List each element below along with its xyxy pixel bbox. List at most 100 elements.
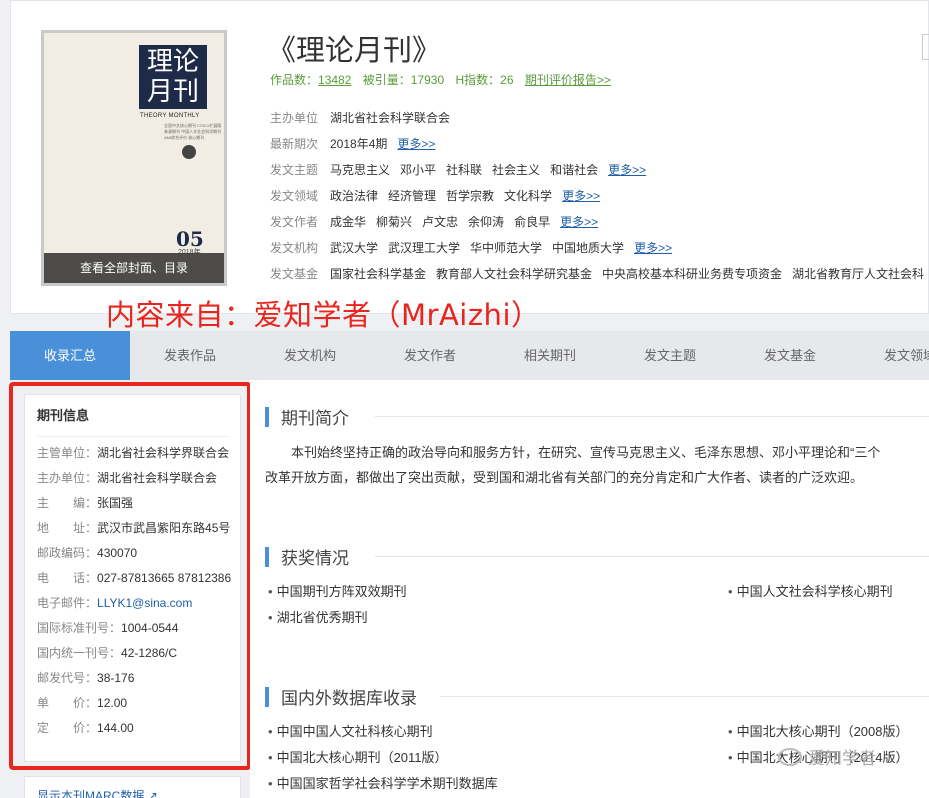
journal-info-row: 单 价： 12.00 — [37, 695, 240, 711]
database-item: 中国中国人文社科核心期刊 — [268, 721, 433, 740]
journal-stats: 作品数：13482 被引量：17930 H指数：26 期刊评价报告>> — [270, 71, 619, 88]
tab-6[interactable]: 发文基金 — [730, 331, 850, 380]
meta-value[interactable]: 卢文忠 — [422, 215, 458, 229]
more-link[interactable]: 更多>> — [562, 189, 600, 203]
meta-value[interactable]: 华中师范大学 — [470, 241, 542, 255]
more-link[interactable]: 更多>> — [560, 215, 598, 229]
journal-info-row: 邮政编码： 430070 — [37, 545, 240, 561]
journal-info-panel: 期刊信息 主管单位： 湖北省社会科学界联合会 主办单位： 湖北省社会科学联合会主 编：… — [24, 394, 241, 762]
marc-data-link[interactable]: 显示本刊MARC数据 ↗ — [24, 776, 241, 798]
meta-value[interactable]: 政治法律 — [330, 189, 378, 203]
intro-section-heading: 期刊简介 — [265, 404, 349, 429]
meta-value[interactable]: 余仰涛 — [468, 215, 504, 229]
more-link[interactable]: 更多>> — [634, 241, 672, 255]
info-label: 邮发代号： — [37, 671, 98, 685]
meta-value[interactable]: 文化科学 — [504, 189, 552, 203]
info-label: 定 价： — [37, 721, 98, 735]
evaluation-report-link[interactable]: 期刊评价报告>> — [525, 73, 611, 87]
main-content: 期刊简介 本刊始终坚持正确的政治导向和服务方针，在研究、宣传马克思主义、毛泽东思… — [250, 380, 929, 798]
meta-row: 发文机构 武汉大学 武汉理工大学 华中师范大学 中国地质大学 更多>> — [270, 238, 929, 264]
meta-value[interactable]: 武汉大学 — [330, 241, 378, 255]
info-label: 主管单位： — [37, 446, 98, 460]
works-count-link[interactable]: 13482 — [318, 73, 351, 87]
heading-accent — [265, 546, 269, 567]
hindex-stat: H指数：26 — [455, 73, 513, 87]
tab-7[interactable]: 发文领域 — [850, 331, 929, 380]
citations-stat: 被引量：17930 — [363, 73, 444, 87]
journal-info-row: 电 话： 027-87813665 87812386 — [37, 570, 240, 586]
header-side-button[interactable] — [922, 34, 929, 60]
tab-3[interactable]: 发文作者 — [370, 331, 490, 380]
journal-info-row: 主 编： 张国强 — [37, 495, 240, 511]
info-label: 国际标准刊号： — [37, 621, 122, 635]
tab-5[interactable]: 发文主题 — [610, 331, 730, 380]
tab-1[interactable]: 发表作品 — [130, 331, 250, 380]
more-link[interactable]: 更多>> — [397, 137, 435, 151]
database-item: 中国国家哲学社会科学学术期刊数据库 — [268, 773, 498, 792]
meta-value[interactable]: 社会主义 — [492, 163, 540, 177]
more-link[interactable]: 更多>> — [608, 163, 646, 177]
info-label: 主办单位： — [37, 471, 98, 485]
info-label: 地 址： — [37, 521, 98, 535]
hindex-value: 26 — [500, 73, 514, 87]
tab-4[interactable]: 相关期刊 — [490, 331, 610, 380]
meta-row: 发文基金 国家社会科学基金 教育部人文社会科学研究基金 中央高校基本科研业务费专项资金… — [270, 264, 929, 290]
section-divider — [440, 696, 929, 697]
meta-value[interactable]: 哲学宗教 — [446, 189, 494, 203]
info-value: 38-176 — [97, 671, 135, 685]
meta-value[interactable]: 经济管理 — [388, 189, 436, 203]
info-label: 电子邮件： — [37, 596, 98, 610]
meta-value[interactable]: 湖北省教育厅人文社会科 — [792, 267, 924, 281]
journal-meta-list: 主办单位 湖北省社会科学联合会 最新期次 2018年4期 更多>> 发文主题 马克思主义 邓小… — [270, 108, 929, 290]
works-stat: 作品数：13482 — [270, 73, 351, 87]
journal-info-heading: 期刊信息 — [37, 405, 228, 437]
journal-cover[interactable]: 理论月刊 THEORY MONTHLY 全国中文核心期刊 CSSCI扩展版来源期… — [41, 30, 227, 286]
meta-value[interactable]: 教育部人文社会科学研究基金 — [436, 267, 592, 281]
meta-value[interactable]: 社科联 — [446, 163, 482, 177]
journal-header: 理论月刊 THEORY MONTHLY 全国中文核心期刊 CSSCI扩展版来源期… — [10, 0, 929, 314]
database-section-heading: 国内外数据库收录 — [265, 684, 417, 709]
email-link[interactable]: LLYK1@sina.com — [97, 595, 192, 611]
journal-info-row: 地 址： 武汉市武昌紫阳东路45号 — [37, 520, 240, 536]
journal-info-row: 邮发代号： 38-176 — [37, 670, 240, 686]
marc-link-label: 显示本刊MARC数据 — [37, 789, 145, 798]
meta-value[interactable]: 中国地质大学 — [552, 241, 624, 255]
meta-label: 发文主题 — [270, 163, 319, 177]
info-label: 邮政编码： — [37, 546, 98, 560]
awards-heading-text: 获奖情况 — [281, 549, 349, 568]
section-divider — [375, 416, 929, 417]
meta-value[interactable]: 国家社会科学基金 — [330, 267, 426, 281]
meta-value[interactable]: 俞良早 — [514, 215, 550, 229]
meta-value[interactable]: 邓小平 — [400, 163, 436, 177]
view-all-covers-link[interactable]: 查看全部封面、目录 — [44, 253, 224, 283]
info-value: 12.00 — [97, 696, 128, 710]
meta-value[interactable]: 成金华 — [330, 215, 366, 229]
meta-label: 发文领域 — [270, 189, 319, 203]
intro-text: 本刊始终坚持正确的政治导向和服务方针，在研究、宣传马克思主义、毛泽东思想、邓小平… — [265, 440, 929, 490]
meta-value[interactable]: 柳菊兴 — [376, 215, 412, 229]
meta-value[interactable]: 中央高校基本科研业务费专项资金 — [602, 267, 782, 281]
intro-line-1: 本刊始终坚持正确的政治导向和服务方针，在研究、宣传马克思主义、毛泽东思想、邓小平… — [291, 445, 881, 460]
tab-0[interactable]: 收录汇总 — [10, 331, 130, 380]
tab-2[interactable]: 发文机构 — [250, 331, 370, 380]
cover-small-text: 全国中文核心期刊 CSSCI扩展版来源期刊 中国人文社会科学期刊AMI综合评价 … — [164, 123, 222, 140]
info-label: 主 编： — [37, 496, 98, 510]
meta-label: 主办单位 — [270, 111, 319, 125]
meta-value: 湖北省社会科学联合会 — [330, 111, 451, 125]
meta-value[interactable]: 武汉理工大学 — [388, 241, 460, 255]
meta-label: 最新期次 — [270, 137, 319, 151]
meta-value[interactable]: 和谐社会 — [550, 163, 598, 177]
cover-title-seal: 理论月刊 — [139, 45, 207, 109]
journal-info-row: 国际标准刊号： 1004-0544 — [37, 620, 240, 636]
meta-label: 发文机构 — [270, 241, 319, 255]
info-value: 42-1286/C — [121, 646, 178, 660]
tab-bar: 收录汇总发表作品发文机构发文作者相关期刊发文主题发文基金发文领域 — [10, 331, 929, 380]
meta-row: 主办单位 湖北省社会科学联合会 — [270, 108, 929, 134]
hindex-label: H指数： — [455, 73, 501, 87]
intro-line-2: 改革开放方面，都做出了突出贡献，受到国和湖北省有关部门的充分肯定和广大作者、读者… — [265, 470, 864, 485]
info-value: 湖北省社会科学联合会 — [97, 471, 218, 485]
meta-value[interactable]: 马克思主义 — [330, 163, 390, 177]
info-value: 张国强 — [97, 496, 134, 510]
external-link-icon: ↗ — [147, 789, 158, 798]
journal-title: 《理论月刊》 — [267, 33, 442, 67]
